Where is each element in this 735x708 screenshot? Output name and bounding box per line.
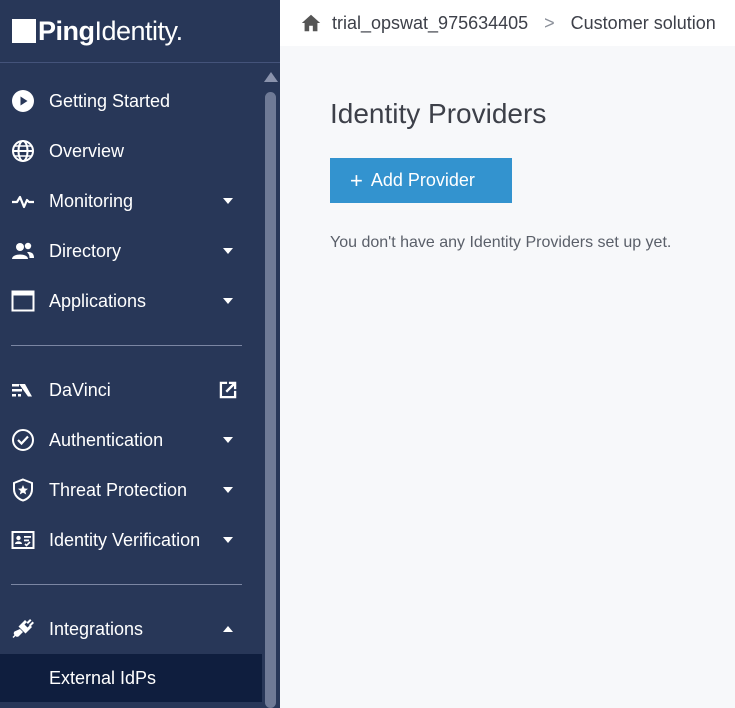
breadcrumb: trial_opswat_975634405 > Customer soluti… bbox=[280, 0, 735, 46]
sidebar-item-identity-verification[interactable]: Identity Verification bbox=[0, 515, 262, 565]
breadcrumb-solution[interactable]: Customer solution bbox=[571, 13, 716, 34]
globe-icon bbox=[11, 139, 35, 163]
chevron-down-icon[interactable] bbox=[216, 289, 240, 313]
sidebar-item-integrations[interactable]: Integrations bbox=[0, 604, 262, 654]
external-link-icon[interactable] bbox=[216, 378, 240, 402]
chevron-down-icon[interactable] bbox=[216, 478, 240, 502]
sidebar-item-label: Identity Verification bbox=[49, 529, 201, 550]
sidebar: PingIdentity. Getting Started Overview M… bbox=[0, 0, 280, 708]
main-content: Identity Providers + Add Provider You do… bbox=[280, 46, 735, 708]
breadcrumb-environment[interactable]: trial_opswat_975634405 bbox=[332, 13, 528, 34]
sidebar-item-label: Getting Started bbox=[49, 90, 171, 111]
plus-icon: + bbox=[350, 167, 363, 193]
sidebar-item-label: Authentication bbox=[49, 429, 164, 450]
sidebar-item-directory[interactable]: Directory bbox=[0, 226, 262, 276]
play-circle-icon bbox=[11, 89, 35, 113]
sidebar-nav: Getting Started Overview Monitoring Dire… bbox=[0, 63, 262, 702]
sidebar-item-getting-started[interactable]: Getting Started bbox=[0, 76, 262, 126]
breadcrumb-separator: > bbox=[544, 12, 555, 33]
check-circle-icon bbox=[11, 428, 35, 452]
logo-text-light: Identity bbox=[94, 15, 177, 46]
chevron-down-icon[interactable] bbox=[216, 428, 240, 452]
chevron-down-icon[interactable] bbox=[216, 239, 240, 263]
add-provider-button[interactable]: + Add Provider bbox=[330, 158, 512, 203]
sidebar-item-label: Directory bbox=[49, 240, 122, 261]
plug-icon bbox=[11, 617, 35, 641]
sidebar-item-threat-protection[interactable]: Threat Protection bbox=[0, 465, 262, 515]
scroll-up-arrow-icon[interactable] bbox=[264, 72, 278, 82]
window-icon bbox=[11, 289, 35, 313]
davinci-icon bbox=[11, 378, 35, 402]
pulse-icon bbox=[11, 189, 35, 213]
sidebar-divider bbox=[11, 345, 242, 346]
chevron-up-icon[interactable] bbox=[216, 617, 240, 641]
users-icon bbox=[11, 239, 35, 263]
chevron-down-icon[interactable] bbox=[216, 528, 240, 552]
sidebar-item-label: Threat Protection bbox=[49, 479, 188, 500]
id-card-icon bbox=[11, 528, 35, 552]
add-provider-label: Add Provider bbox=[370, 170, 475, 190]
empty-state-message: You don't have any Identity Providers se… bbox=[330, 234, 672, 251]
sidebar-item-label: Applications bbox=[49, 290, 147, 311]
logo-text-dot: . bbox=[175, 15, 184, 46]
shield-star-icon bbox=[11, 478, 35, 502]
sidebar-item-label: Monitoring bbox=[49, 190, 134, 211]
home-icon[interactable] bbox=[300, 12, 322, 34]
logo-text-bold: Ping bbox=[38, 15, 95, 46]
logo-mark bbox=[12, 19, 36, 43]
sidebar-item-label: DaVinci bbox=[49, 379, 111, 400]
page-title: Identity Providers bbox=[330, 98, 547, 129]
sidebar-item-davinci[interactable]: DaVinci bbox=[0, 365, 262, 415]
sidebar-item-label: Overview bbox=[49, 140, 125, 161]
sidebar-item-overview[interactable]: Overview bbox=[0, 126, 262, 176]
sidebar-item-authentication[interactable]: Authentication bbox=[0, 415, 262, 465]
sidebar-item-applications[interactable]: Applications bbox=[0, 276, 262, 326]
sidebar-item-label: Integrations bbox=[49, 618, 144, 639]
sidebar-item-monitoring[interactable]: Monitoring bbox=[0, 176, 262, 226]
sidebar-divider bbox=[11, 584, 242, 585]
sidebar-subitem-external-idps[interactable]: External IdPs bbox=[0, 654, 262, 702]
chevron-down-icon[interactable] bbox=[216, 189, 240, 213]
ping-identity-logo[interactable]: PingIdentity. bbox=[0, 0, 280, 63]
scrollbar-thumb[interactable] bbox=[265, 92, 276, 708]
